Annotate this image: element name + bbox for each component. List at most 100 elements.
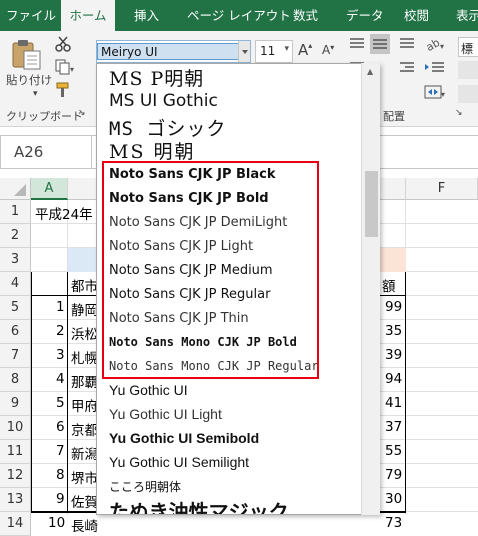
font-name-input[interactable]: Meiryo UI: [96, 40, 251, 63]
amount-cell[interactable]: 99: [385, 299, 402, 315]
font-list-item[interactable]: Yu Gothic UI: [109, 382, 188, 398]
row-header[interactable]: 12: [0, 464, 31, 488]
select-all-corner[interactable]: [0, 178, 31, 200]
align-top-icon[interactable]: [349, 37, 365, 54]
row-header[interactable]: 14: [0, 512, 31, 536]
column-header-f[interactable]: F: [406, 178, 478, 200]
decrease-font-icon[interactable]: A▾: [322, 43, 334, 57]
number-cell[interactable]: 8: [56, 467, 65, 483]
row-header[interactable]: 4: [0, 272, 31, 296]
column-header-a[interactable]: A: [31, 178, 68, 200]
number-cell[interactable]: 3: [56, 347, 65, 363]
row-header[interactable]: 6: [0, 320, 31, 344]
amount-cell[interactable]: 30: [385, 491, 402, 507]
amount-cell[interactable]: 55: [385, 443, 402, 459]
paste-icon[interactable]: [10, 39, 44, 74]
font-list-item[interactable]: こころ明朝体: [109, 478, 181, 495]
font-list-item[interactable]: Noto Sans CJK JP Light: [109, 239, 253, 254]
font-list-scrollbar[interactable]: ▲: [361, 63, 380, 515]
tab-file[interactable]: ファイル: [6, 0, 56, 31]
increase-font-icon[interactable]: A▴: [298, 41, 312, 59]
font-list-dropdown[interactable]: MS P明朝 MS UI Gothic MS ゴシック MS 明朝 Noto S…: [96, 63, 380, 515]
number-cell[interactable]: 6: [56, 419, 65, 435]
tab-review[interactable]: 校閲: [404, 0, 429, 31]
city-header-cell[interactable]: 都市: [71, 275, 98, 295]
sheet-title-cell[interactable]: 平成24年: [35, 203, 93, 223]
city-cell[interactable]: 那覇: [71, 371, 98, 391]
amount-cell[interactable]: 73: [385, 515, 402, 531]
merge-center-icon[interactable]: ▾: [424, 85, 446, 102]
font-list-item[interactable]: Noto Sans CJK JP Bold: [109, 191, 269, 206]
paste-dropdown-icon[interactable]: ▾: [33, 89, 38, 99]
row-header[interactable]: 13: [0, 488, 31, 512]
font-list-item[interactable]: Noto Sans CJK JP Regular: [109, 287, 270, 302]
city-cell[interactable]: 堺市: [71, 467, 98, 487]
row-header[interactable]: 10: [0, 416, 31, 440]
align-bottom-icon[interactable]: [399, 37, 415, 54]
font-list-item[interactable]: Noto Sans Mono CJK JP Regular: [109, 359, 319, 373]
tab-home[interactable]: ホーム: [61, 0, 115, 31]
font-list-item[interactable]: Noto Sans Mono CJK JP Bold: [109, 335, 297, 349]
decimal-icon[interactable]: [458, 85, 478, 103]
font-name-dropdown-icon[interactable]: [238, 41, 250, 62]
font-list-item[interactable]: MS UI Gothic: [109, 91, 218, 111]
font-size-select[interactable]: 11 ▾: [255, 40, 293, 63]
amount-cell[interactable]: 79: [385, 467, 402, 483]
tab-formulas[interactable]: 数式: [293, 0, 318, 31]
number-cell[interactable]: 7: [56, 443, 65, 459]
city-cell[interactable]: 静岡: [71, 299, 98, 319]
row-header[interactable]: 9: [0, 392, 31, 416]
clipboard-launcher-icon[interactable]: ↘: [78, 108, 86, 118]
format-painter-icon[interactable]: [55, 82, 71, 101]
scroll-up-icon[interactable]: ▲: [367, 67, 373, 76]
font-list-item[interactable]: MS 明朝: [109, 137, 196, 164]
row-header[interactable]: 1: [0, 200, 31, 224]
font-list-item[interactable]: Noto Sans CJK JP Thin: [109, 311, 249, 326]
city-cell[interactable]: 佐賀: [71, 491, 98, 511]
amount-cell[interactable]: 39: [385, 347, 402, 363]
font-list-item[interactable]: Noto Sans CJK JP Medium: [109, 263, 273, 278]
column-header-b[interactable]: [68, 178, 98, 200]
font-size-dropdown-icon[interactable]: ▾: [284, 44, 289, 54]
font-list-item[interactable]: Yu Gothic UI Light: [109, 406, 222, 422]
align-middle-icon[interactable]: [370, 34, 390, 54]
column-header-e[interactable]: [380, 178, 406, 200]
copy-icon[interactable]: ▾: [55, 59, 75, 78]
number-cell[interactable]: 5: [56, 395, 65, 411]
font-list-item[interactable]: たぬき油性マジック: [109, 496, 289, 514]
align-right-icon[interactable]: [399, 61, 415, 78]
row-header[interactable]: 2: [0, 224, 31, 248]
tab-insert[interactable]: 挿入: [134, 0, 159, 31]
font-list-item[interactable]: Yu Gothic UI Semilight: [109, 454, 249, 470]
tab-page-layout[interactable]: ページ レイアウト: [187, 0, 291, 31]
orientation-icon[interactable]: ab ▾: [424, 35, 446, 56]
currency-icon[interactable]: [458, 61, 478, 79]
font-list-item[interactable]: Yu Gothic UI Semibold: [109, 430, 259, 446]
city-cell[interactable]: 京都: [71, 419, 98, 439]
row-header[interactable]: 5: [0, 296, 31, 320]
tab-view[interactable]: 表示: [456, 0, 478, 31]
name-box[interactable]: A26: [0, 135, 92, 169]
amount-cell[interactable]: 41: [385, 395, 402, 411]
city-cell[interactable]: 長崎: [71, 515, 98, 535]
amount-cell[interactable]: 94: [385, 371, 402, 387]
amount-cell[interactable]: 35: [385, 323, 402, 339]
amount-cell[interactable]: 37: [385, 419, 402, 435]
font-list-item[interactable]: Noto Sans CJK JP DemiLight: [109, 215, 287, 230]
city-cell[interactable]: 浜松: [71, 323, 98, 343]
city-cell[interactable]: 札幌: [71, 347, 98, 367]
paste-label[interactable]: 貼り付け: [6, 72, 52, 88]
tab-data[interactable]: データ: [346, 0, 384, 31]
number-cell[interactable]: 1: [56, 299, 65, 315]
cut-icon[interactable]: [55, 36, 71, 55]
number-cell[interactable]: 9: [56, 491, 65, 507]
font-list-item[interactable]: MS P明朝: [109, 64, 204, 91]
number-cell[interactable]: 10: [48, 515, 65, 531]
row-header[interactable]: 8: [0, 368, 31, 392]
city-cell[interactable]: 甲府: [71, 395, 98, 415]
amount-header-cell[interactable]: 額: [382, 275, 396, 295]
font-list-item[interactable]: Noto Sans CJK JP Black: [109, 167, 276, 182]
font-name-value[interactable]: Meiryo UI: [97, 43, 240, 60]
row-header[interactable]: 3: [0, 248, 31, 272]
scrollbar-thumb[interactable]: [365, 171, 378, 237]
